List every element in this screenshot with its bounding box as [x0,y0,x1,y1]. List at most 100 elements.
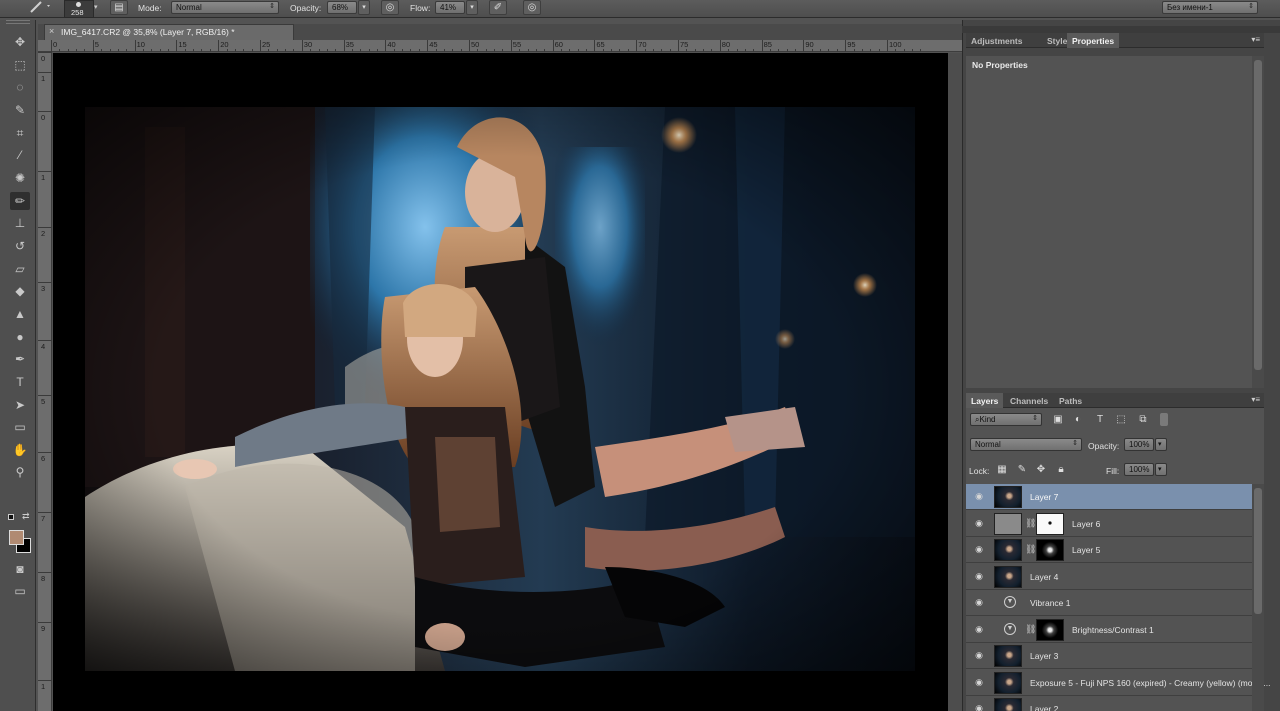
history-brush-tool-button[interactable]: ↺ [10,237,30,255]
eye-visibility-icon[interactable]: ◉ [974,597,984,607]
lock-image-pixels-icon[interactable]: ✎ [1015,464,1029,476]
layer-row[interactable]: ◉ ⛓ Layer 5 [966,537,1252,563]
pen-tool-button[interactable]: ✒ [10,350,30,368]
horizontal-ruler[interactable]: 0 5 10 15 20 25 30 35 40 45 50 55 60 65 70 75 80 85 90 95 10… [38,40,962,52]
properties-scrollbar-thumb[interactable] [1254,60,1262,370]
link-icon[interactable]: ⛓ [1025,544,1036,555]
layer-mask-thumbnail[interactable] [1036,512,1064,535]
layer-thumbnail[interactable] [994,539,1022,561]
flow-input[interactable]: 41% [435,1,465,14]
layer-row[interactable]: ◉ Layer 7 [966,484,1252,510]
default-colors-icon[interactable] [8,514,14,520]
brush-tool-preset-button[interactable] [18,0,54,15]
eye-visibility-icon[interactable]: ◉ [974,544,984,554]
airbrush-button[interactable]: ✐ [489,0,507,15]
eye-visibility-icon[interactable]: ◉ [974,677,984,687]
adjustment-layer-filter-icon[interactable]: ◐ [1071,414,1085,426]
tab-adjustments[interactable]: Adjustments [966,33,1027,48]
tab-properties[interactable]: Properties [1067,33,1120,48]
panel-menu-icon[interactable]: ▾≡ [1251,35,1260,44]
layer-thumbnail[interactable] [994,671,1022,694]
workspace-select[interactable]: Без имени-1 ⇕ [1162,1,1258,14]
eraser-tool-button[interactable]: ▱ [10,260,30,278]
tab-paths[interactable]: Paths [1054,393,1087,408]
eye-visibility-icon[interactable]: ◉ [974,491,984,501]
brush-tool-button[interactable]: ✏ [10,192,30,210]
close-icon[interactable]: × [49,26,54,36]
quick-mask-button[interactable]: ◙ [10,560,30,578]
blend-mode-select[interactable]: Normal ⇕ [970,438,1082,451]
eye-visibility-icon[interactable]: ◉ [974,650,984,660]
opacity-slider-button[interactable]: ▾ [358,0,370,15]
layer-row[interactable]: ◉ Exposure 5 - Fuji NPS 160 (expired) - C… [966,669,1270,696]
foreground-color-swatch[interactable] [9,530,24,545]
link-icon[interactable]: ⛓ [1025,624,1036,635]
type-layer-filter-icon[interactable]: T [1093,414,1107,426]
crop-tool-button[interactable]: ⌗ [10,124,30,142]
tab-layers[interactable]: Layers [966,393,1004,408]
layer-row[interactable]: ◉ Layer 4 [966,563,1252,590]
brush-size-picker[interactable]: 258 [64,0,94,18]
chevron-down-icon[interactable]: ▾ [94,3,98,11]
type-tool-button[interactable]: T [10,373,30,391]
move-tool-button[interactable]: ✥ [10,33,30,51]
document-image[interactable] [85,107,915,671]
eye-visibility-icon[interactable]: ◉ [974,624,984,634]
quick-selection-tool-button[interactable]: ✎ [10,101,30,119]
eye-visibility-icon[interactable]: ◉ [974,703,984,711]
link-icon[interactable]: ⛓ [1025,518,1036,529]
marquee-tool-button[interactable]: ⬚ [10,56,30,74]
clone-stamp-tool-button[interactable]: ⊥ [10,214,30,232]
layer-opacity-input[interactable]: 100% [1124,438,1154,451]
document-tab[interactable]: × IMG_6417.CR2 @ 35,8% (Layer 7, RGB/16)… [44,24,294,40]
eyedropper-tool-button[interactable]: ⁄ [10,146,30,164]
eye-visibility-icon[interactable]: ◉ [974,571,984,581]
eye-visibility-icon[interactable]: ◉ [974,518,984,528]
color-swatches[interactable]: ⇄ [8,511,34,554]
lock-all-icon[interactable]: 🔒︎ [1054,464,1068,476]
pixel-layer-filter-icon[interactable]: ▣ [1051,414,1065,426]
lasso-tool-button[interactable]: ◌ [10,78,30,96]
brush-panel-toggle-button[interactable]: ▤ [110,0,128,15]
layer-row[interactable]: ◉ ▼ Vibrance 1 [966,590,1252,616]
opacity-input[interactable]: 68% [327,1,357,14]
swap-colors-icon[interactable]: ⇄ [22,511,30,522]
mode-select[interactable]: Normal ⇕ [171,1,279,14]
blur-tool-button[interactable]: ▲ [10,305,30,323]
vertical-ruler[interactable]: 0 1 0 1 2 3 4 5 6 7 8 9 1 [38,52,52,711]
layer-thumbnail[interactable] [994,698,1022,711]
tab-channels[interactable]: Channels [1005,393,1053,408]
canvas-scrollbar[interactable] [948,53,962,711]
layer-thumbnail[interactable] [994,486,1022,508]
panel-grip[interactable] [962,26,1280,33]
layer-thumbnail[interactable] [994,565,1022,588]
panel-menu-icon[interactable]: ▾≡ [1251,395,1260,404]
layer-thumbnail[interactable] [994,645,1022,667]
lock-transparent-pixels-icon[interactable]: ▦ [995,464,1009,476]
shape-layer-filter-icon[interactable]: ⬚ [1114,414,1128,426]
screen-mode-button[interactable]: ▭ [10,582,30,600]
layer-thumbnail[interactable] [994,512,1022,535]
layer-mask-thumbnail[interactable] [1036,539,1064,561]
panel-grip[interactable] [6,20,30,24]
flow-slider-button[interactable]: ▾ [466,0,478,15]
fill-slider-button[interactable]: ▾ [1155,463,1167,476]
pressure-size-button[interactable]: ◎ [523,0,541,15]
zoom-tool-button[interactable]: ⚲ [10,463,30,481]
layer-filter-kind-select[interactable]: ⌕Kind ⇕ [970,413,1042,426]
fill-input[interactable]: 100% [1124,463,1154,476]
path-selection-tool-button[interactable]: ➤ [10,396,30,414]
layer-row[interactable]: ◉ Layer 2 [966,696,1252,711]
hand-tool-button[interactable]: ✋ [10,441,30,459]
layer-row[interactable]: ◉ ▼ ⛓ Brightness/Contrast 1 [966,616,1252,643]
dodge-tool-button[interactable]: ● [10,328,30,346]
pressure-opacity-button[interactable]: ◎ [381,0,399,15]
layer-row[interactable]: ◉ ⛓ Layer 6 [966,510,1252,537]
layer-opacity-slider-button[interactable]: ▾ [1155,438,1167,451]
layer-row[interactable]: ◉ Layer 3 [966,643,1252,669]
rectangle-tool-button[interactable]: ▭ [10,418,30,436]
paint-bucket-tool-button[interactable]: ◆ [10,282,30,300]
filter-toggle-switch[interactable] [1160,413,1168,426]
spot-healing-tool-button[interactable]: ✺ [10,169,30,187]
layers-scrollbar-thumb[interactable] [1254,488,1262,614]
